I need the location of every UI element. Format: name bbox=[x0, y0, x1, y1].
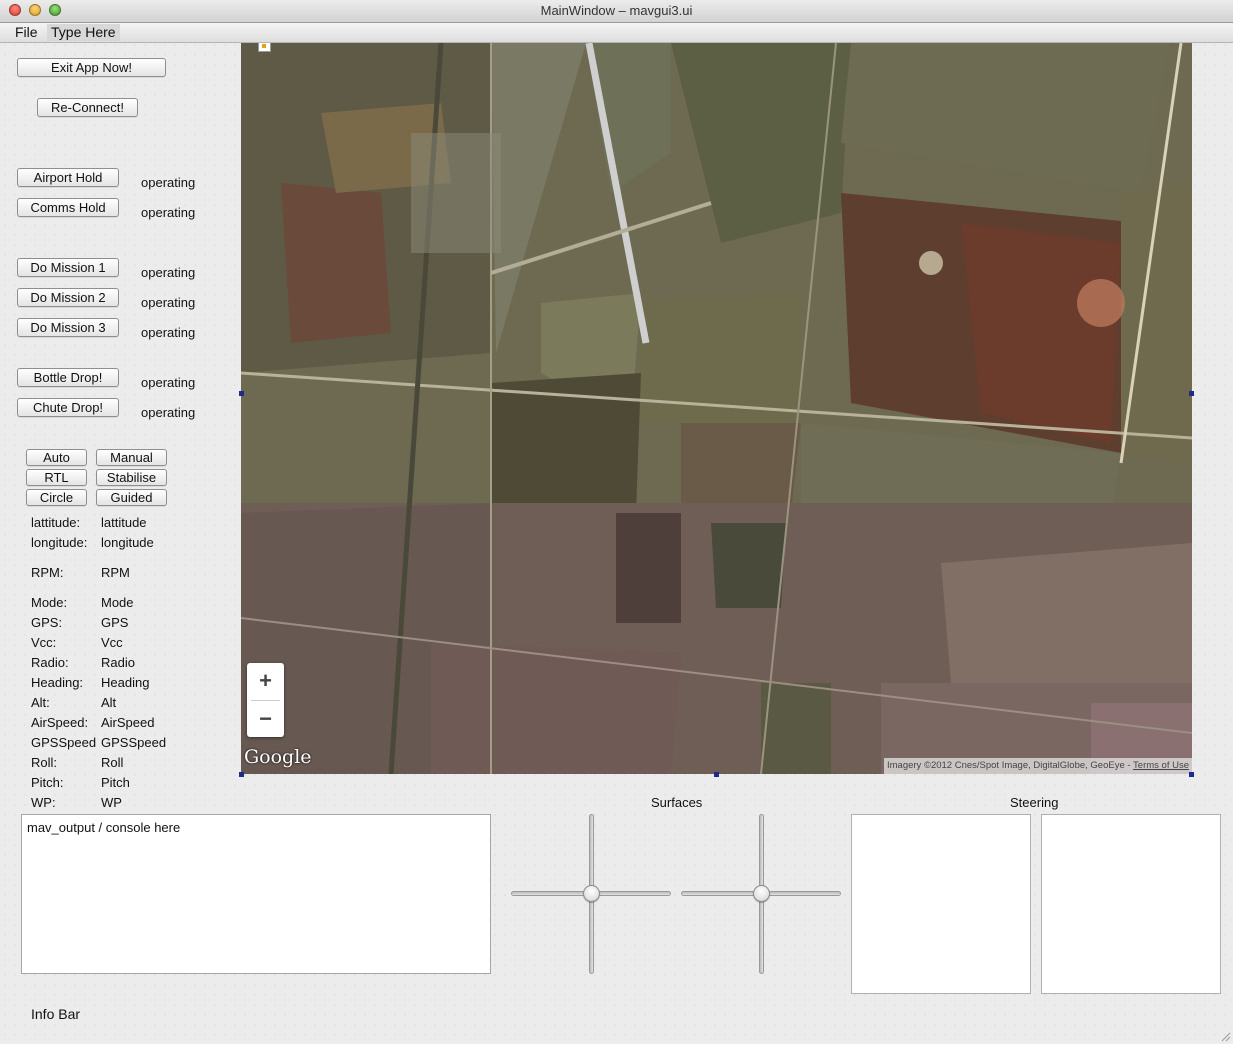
telemetry-value: Roll bbox=[101, 755, 124, 770]
minimize-window-button[interactable] bbox=[29, 4, 41, 16]
telemetry-value: WP bbox=[101, 795, 122, 810]
airport-hold-button[interactable]: Airport Hold bbox=[17, 168, 119, 187]
telemetry-label: WP: bbox=[31, 795, 56, 810]
map-attribution: Imagery ©2012 Cnes/Spot Image, DigitalGl… bbox=[883, 758, 1192, 774]
mode-guided-button[interactable]: Guided bbox=[96, 489, 167, 506]
zoom-window-button[interactable] bbox=[49, 4, 61, 16]
telemetry-value: GPSSpeed bbox=[101, 735, 167, 750]
steering-panel-right[interactable] bbox=[1041, 814, 1221, 994]
mission-3-button[interactable]: Do Mission 3 bbox=[17, 318, 119, 337]
telemetry-value: Alt bbox=[101, 695, 117, 710]
console-text: mav_output / console here bbox=[27, 820, 181, 835]
telemetry-value: RPM bbox=[101, 565, 130, 580]
surface-1-joystick-knob[interactable] bbox=[583, 885, 600, 902]
terms-of-use-link[interactable]: Terms of Use bbox=[1133, 760, 1189, 771]
selection-handle bbox=[239, 772, 244, 777]
surfaces-title: Surfaces bbox=[651, 795, 703, 810]
telemetry-label: Alt: bbox=[31, 695, 50, 710]
info-bar: Info Bar bbox=[31, 1006, 81, 1022]
telemetry-label: Pitch: bbox=[31, 775, 64, 790]
telemetry-label: Heading: bbox=[31, 675, 84, 690]
mission-1-status: operating bbox=[141, 265, 196, 280]
mission-1-button[interactable]: Do Mission 1 bbox=[17, 258, 119, 277]
telemetry-value: GPS bbox=[101, 615, 129, 630]
zoom-in-button[interactable]: + bbox=[247, 663, 284, 699]
steering-title: Steering bbox=[1010, 795, 1059, 810]
telemetry-label: GPS: bbox=[31, 615, 63, 630]
telemetry-label: longitude: bbox=[31, 535, 88, 550]
selection-handle bbox=[239, 391, 244, 396]
exit-app-button[interactable]: Exit App Now! bbox=[17, 58, 166, 77]
telemetry-value: lattitude bbox=[101, 515, 147, 530]
telemetry-label: Vcc: bbox=[31, 635, 57, 650]
airport-hold-status: operating bbox=[141, 175, 196, 190]
title-bar: MainWindow – mavgui3.ui bbox=[0, 0, 1233, 23]
bottle-drop-status: operating bbox=[141, 375, 196, 390]
satellite-map[interactable]: + − Google Imagery ©2012 Cnes/Spot Image… bbox=[241, 43, 1192, 774]
menu-file[interactable]: File bbox=[11, 24, 42, 41]
telemetry-label: GPSSpeed bbox=[31, 735, 97, 750]
map-zoom-control: + − bbox=[247, 663, 284, 737]
zoom-out-button[interactable]: − bbox=[247, 701, 284, 737]
telemetry-value: Pitch bbox=[101, 775, 130, 790]
console-output[interactable]: mav_output / console here bbox=[21, 814, 491, 974]
telemetry-value: Heading bbox=[101, 675, 150, 690]
telemetry-value: longitude bbox=[101, 535, 154, 550]
attribution-text: Imagery ©2012 Cnes/Spot Image, DigitalGl… bbox=[886, 760, 1134, 771]
bottle-drop-button[interactable]: Bottle Drop! bbox=[17, 368, 119, 387]
telemetry-label: Roll: bbox=[31, 755, 58, 770]
telemetry-label: RPM: bbox=[31, 565, 64, 580]
comms-hold-status: operating bbox=[141, 205, 196, 220]
telemetry-label: AirSpeed: bbox=[31, 715, 89, 730]
selection-handle bbox=[1189, 391, 1194, 396]
selection-handle bbox=[1189, 772, 1194, 777]
mode-auto-button[interactable]: Auto bbox=[26, 449, 87, 466]
telemetry-value: Mode bbox=[101, 595, 134, 610]
reconnect-button[interactable]: Re-Connect! bbox=[37, 98, 138, 117]
chute-drop-status: operating bbox=[141, 405, 196, 420]
satellite-imagery bbox=[241, 43, 1192, 774]
mode-manual-button[interactable]: Manual bbox=[96, 449, 167, 466]
selection-handle bbox=[714, 772, 719, 777]
telemetry-value: AirSpeed bbox=[101, 715, 155, 730]
map-marker-icon[interactable] bbox=[258, 43, 271, 52]
close-window-button[interactable] bbox=[9, 4, 21, 16]
chute-drop-button[interactable]: Chute Drop! bbox=[17, 398, 119, 417]
steering-panel-left[interactable] bbox=[851, 814, 1031, 994]
telemetry-label: Radio: bbox=[31, 655, 69, 670]
telemetry-label: Mode: bbox=[31, 595, 68, 610]
mode-rtl-button[interactable]: RTL bbox=[26, 469, 87, 486]
window-title: MainWindow – mavgui3.ui bbox=[540, 3, 693, 18]
telemetry-value: Radio bbox=[101, 655, 135, 670]
comms-hold-button[interactable]: Comms Hold bbox=[17, 198, 119, 217]
mission-3-status: operating bbox=[141, 325, 196, 340]
menu-type-here[interactable]: Type Here bbox=[47, 24, 120, 41]
surface-2-joystick-knob[interactable] bbox=[753, 885, 770, 902]
telemetry-label: lattitude: bbox=[31, 515, 81, 530]
menu-bar: File Type Here bbox=[0, 23, 1233, 43]
resize-grip-icon[interactable] bbox=[1221, 1032, 1231, 1042]
google-logo: Google bbox=[244, 746, 312, 768]
mission-2-status: operating bbox=[141, 295, 196, 310]
telemetry-value: Vcc bbox=[101, 635, 123, 650]
mission-2-button[interactable]: Do Mission 2 bbox=[17, 288, 119, 307]
mode-circle-button[interactable]: Circle bbox=[26, 489, 87, 506]
mode-stabilise-button[interactable]: Stabilise bbox=[96, 469, 167, 486]
